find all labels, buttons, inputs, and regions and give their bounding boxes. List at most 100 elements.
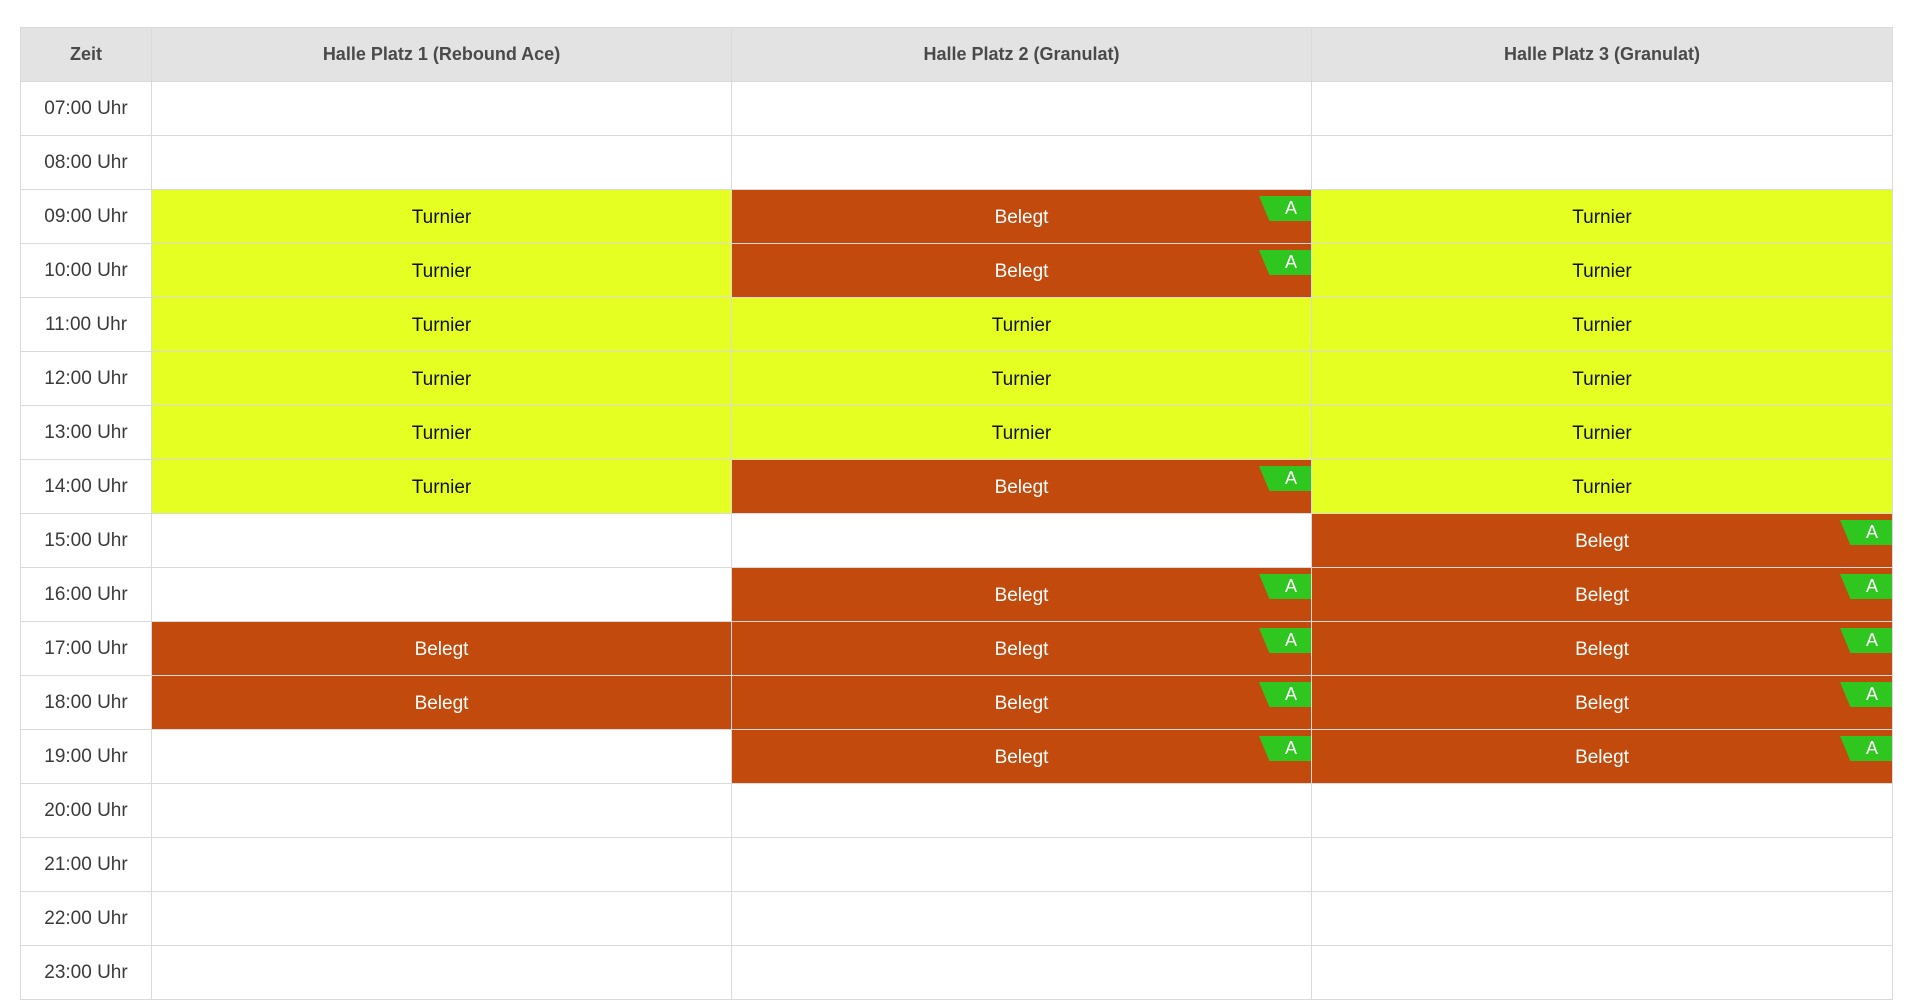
court-3-slot-turnier[interactable]: Turnier [1311, 459, 1893, 514]
booking-type-badge: A [1840, 574, 1892, 599]
time-cell: 09:00 Uhr [20, 189, 152, 244]
table-row: 19:00 Uhr Belegt A Belegt A [20, 729, 1893, 784]
time-cell: 13:00 Uhr [20, 405, 152, 460]
table-row: 18:00 Uhr Belegt Belegt A Belegt A [20, 675, 1893, 730]
court-3-slot-turnier[interactable]: Turnier [1311, 243, 1893, 298]
court-2-slot-empty[interactable] [731, 945, 1312, 1000]
time-cell: 10:00 Uhr [20, 243, 152, 298]
court-3-slot-empty[interactable] [1311, 783, 1893, 838]
court-2-slot-belegt[interactable]: Belegt A [731, 729, 1312, 784]
table-row: 21:00 Uhr [20, 837, 1893, 892]
slot-label: Belegt [1575, 638, 1629, 660]
court-3-slot-turnier[interactable]: Turnier [1311, 297, 1893, 352]
slot-label: Belegt [1575, 530, 1629, 552]
court-1-slot-empty[interactable] [151, 81, 732, 136]
slot-label: Turnier [991, 314, 1052, 336]
slot-label: Turnier [991, 422, 1052, 444]
table-row: 09:00 Uhr Turnier Belegt A Turnier [20, 189, 1893, 244]
table-row: 20:00 Uhr [20, 783, 1893, 838]
slot-label: Belegt [994, 260, 1049, 282]
court-3-slot-belegt[interactable]: Belegt A [1311, 567, 1893, 622]
slot-label: Belegt [994, 584, 1049, 606]
court-3-slot-empty[interactable] [1311, 891, 1893, 946]
booking-type-badge: A [1840, 682, 1892, 707]
court-1-slot-empty[interactable] [151, 783, 732, 838]
slot-label: Belegt [994, 206, 1049, 228]
court-1-slot-turnier[interactable]: Turnier [151, 189, 732, 244]
court-3-slot-belegt[interactable]: Belegt A [1311, 729, 1893, 784]
court-1-slot-belegt[interactable]: Belegt [151, 621, 732, 676]
court-2-slot-empty[interactable] [731, 837, 1312, 892]
court-1-slot-empty[interactable] [151, 567, 732, 622]
slot-label: Turnier [411, 368, 472, 390]
slot-label: Turnier [991, 368, 1052, 390]
time-cell: 17:00 Uhr [20, 621, 152, 676]
court-2-slot-turnier[interactable]: Turnier [731, 297, 1312, 352]
time-cell: 12:00 Uhr [20, 351, 152, 406]
time-cell: 22:00 Uhr [20, 891, 152, 946]
court-2-slot-empty[interactable] [731, 891, 1312, 946]
court-2-slot-belegt[interactable]: Belegt A [731, 621, 1312, 676]
table-row: 08:00 Uhr [20, 135, 1893, 190]
court-1-slot-turnier[interactable]: Turnier [151, 243, 732, 298]
court-2-slot-belegt[interactable]: Belegt A [731, 567, 1312, 622]
court-3-slot-empty[interactable] [1311, 945, 1893, 1000]
time-cell: 11:00 Uhr [20, 297, 152, 352]
court-2-slot-turnier[interactable]: Turnier [731, 351, 1312, 406]
court-1-slot-empty[interactable] [151, 513, 732, 568]
slot-label: Turnier [411, 476, 472, 498]
header-time: Zeit [20, 27, 152, 82]
slot-label: Belegt [414, 638, 469, 660]
court-3-slot-empty[interactable] [1311, 81, 1893, 136]
court-1-slot-empty[interactable] [151, 135, 732, 190]
court-1-slot-turnier[interactable]: Turnier [151, 351, 732, 406]
booking-type-badge: A [1259, 196, 1311, 221]
slot-label: Turnier [1572, 206, 1632, 228]
court-1-slot-empty[interactable] [151, 891, 732, 946]
court-2-slot-empty[interactable] [731, 81, 1312, 136]
court-3-slot-turnier[interactable]: Turnier [1311, 351, 1893, 406]
court-3-slot-belegt[interactable]: Belegt A [1311, 675, 1893, 730]
court-2-slot-empty[interactable] [731, 135, 1312, 190]
slot-label: Turnier [1572, 368, 1632, 390]
booking-type-badge: A [1259, 736, 1311, 761]
court-3-slot-belegt[interactable]: Belegt A [1311, 621, 1893, 676]
table-row: 15:00 Uhr Belegt A [20, 513, 1893, 568]
court-1-slot-turnier[interactable]: Turnier [151, 405, 732, 460]
header-court-2: Halle Platz 2 (Granulat) [731, 27, 1312, 82]
slot-label: Turnier [411, 314, 472, 336]
court-2-slot-turnier[interactable]: Turnier [731, 405, 1312, 460]
table-row: 17:00 Uhr Belegt Belegt A Belegt A [20, 621, 1893, 676]
table-row: 14:00 Uhr Turnier Belegt A Turnier [20, 459, 1893, 514]
court-2-slot-empty[interactable] [731, 513, 1312, 568]
court-1-slot-empty[interactable] [151, 837, 732, 892]
slot-label: Belegt [1575, 692, 1629, 714]
header-court-1: Halle Platz 1 (Rebound Ace) [151, 27, 732, 82]
court-3-slot-belegt[interactable]: Belegt A [1311, 513, 1893, 568]
slot-label: Turnier [411, 206, 472, 228]
time-cell: 14:00 Uhr [20, 459, 152, 514]
court-3-slot-turnier[interactable]: Turnier [1311, 189, 1893, 244]
court-1-slot-turnier[interactable]: Turnier [151, 459, 732, 514]
court-2-slot-belegt[interactable]: Belegt A [731, 243, 1312, 298]
court-1-slot-empty[interactable] [151, 729, 732, 784]
court-3-slot-empty[interactable] [1311, 135, 1893, 190]
court-3-slot-empty[interactable] [1311, 837, 1893, 892]
court-1-slot-turnier[interactable]: Turnier [151, 297, 732, 352]
booking-type-badge: A [1840, 628, 1892, 653]
time-cell: 07:00 Uhr [20, 81, 152, 136]
court-1-slot-empty[interactable] [151, 945, 732, 1000]
court-2-slot-empty[interactable] [731, 783, 1312, 838]
court-1-slot-belegt[interactable]: Belegt [151, 675, 732, 730]
court-3-slot-turnier[interactable]: Turnier [1311, 405, 1893, 460]
slot-label: Turnier [1572, 314, 1632, 336]
court-2-slot-belegt[interactable]: Belegt A [731, 675, 1312, 730]
court-2-slot-belegt[interactable]: Belegt A [731, 459, 1312, 514]
slot-label: Turnier [1572, 422, 1632, 444]
booking-type-badge: A [1259, 574, 1311, 599]
schedule-body: 07:00 Uhr 08:00 Uhr 09:00 Uhr Turnier Belegt… [20, 81, 1893, 1000]
table-row: 12:00 Uhr Turnier Turnier Turnier [20, 351, 1893, 406]
court-2-slot-belegt[interactable]: Belegt A [731, 189, 1312, 244]
time-cell: 15:00 Uhr [20, 513, 152, 568]
time-cell: 19:00 Uhr [20, 729, 152, 784]
